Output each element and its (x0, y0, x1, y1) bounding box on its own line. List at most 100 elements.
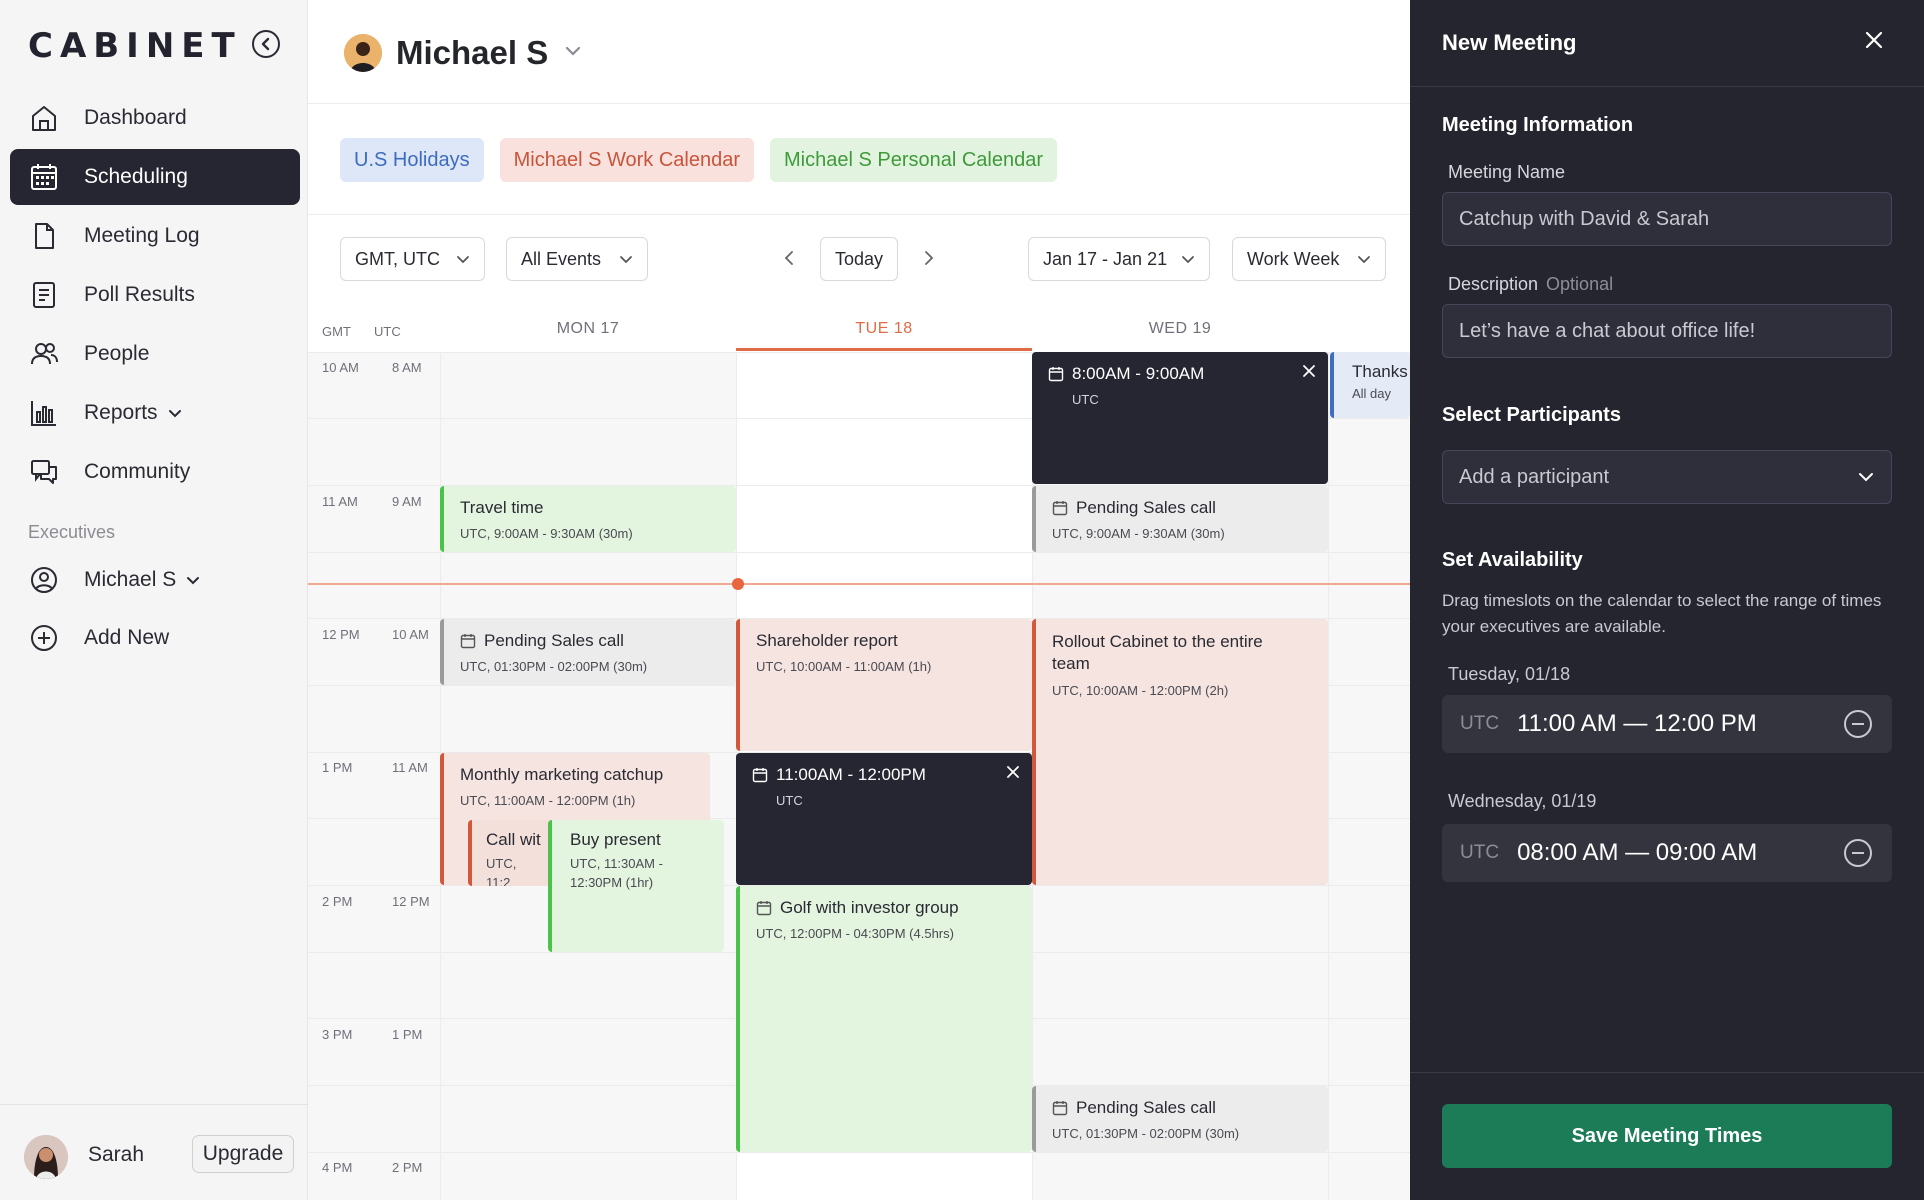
previous-week-button[interactable] (782, 249, 796, 267)
chevron-down-icon (186, 575, 200, 585)
chevron-down-icon (609, 254, 633, 264)
gmt-header: GMT (322, 324, 351, 339)
page-title[interactable]: Michael S (396, 34, 548, 72)
sidebar-item-reports[interactable]: Reports (10, 385, 300, 441)
meeting-name-input[interactable]: Catchup with David & Sarah (1442, 192, 1892, 246)
view-dropdown[interactable]: Work Week (1232, 237, 1386, 281)
event-time: UTC, 12:00PM - 04:30PM (4.5hrs) (756, 926, 954, 941)
event-golf-investor-group[interactable]: Golf with investor group UTC, 12:00PM - … (736, 886, 1032, 1152)
calendar-icon (752, 767, 768, 783)
selected-timeslot-tuesday[interactable]: 11:00AM - 12:00PM UTC (736, 753, 1032, 885)
calendar-tag-work[interactable]: Michael S Work Calendar (499, 138, 754, 182)
participant-select[interactable]: Add a participant (1442, 450, 1892, 504)
cabinet-logo: CABINET (28, 26, 242, 66)
remove-timeslot-button[interactable] (1006, 765, 1020, 779)
avatar[interactable] (24, 1135, 68, 1179)
divider (1410, 86, 1924, 87)
event-shareholder-report[interactable]: Shareholder report UTC, 10:00AM - 11:00A… (736, 619, 1032, 751)
event-title: Golf with investor group (780, 898, 959, 917)
time-label-utc: 12 PM (392, 894, 430, 909)
slot-date: Tuesday, 01/18 (1448, 664, 1571, 684)
sidebar-item-dashboard[interactable]: Dashboard (10, 90, 300, 146)
time-label-gmt: 11 AM (322, 494, 358, 509)
event-buy-present[interactable]: Buy present UTC, 11:30AM - 12:30PM (1hr) (548, 820, 724, 952)
event-pending-sales-call[interactable]: Pending Sales call UTC, 01:30PM - 02:00P… (1032, 1086, 1328, 1152)
executives-section-label: Executives (28, 522, 116, 542)
close-icon (1007, 766, 1019, 778)
remove-timeslot-button[interactable] (1302, 364, 1316, 378)
day-header-wed[interactable]: WED 19 (1032, 320, 1328, 338)
slot-timezone: UTC (1460, 842, 1500, 863)
add-new-executive-button[interactable]: Add New (28, 618, 288, 658)
time-label-utc: 2 PM (392, 1160, 423, 1175)
save-meeting-times-button[interactable]: Save Meeting Times (1442, 1104, 1892, 1168)
event-pending-sales-call[interactable]: Pending Sales call UTC, 9:00AM - 9:30AM … (1032, 486, 1328, 552)
day-header-tue[interactable]: TUE 18 (736, 320, 1032, 338)
current-time-dot (732, 578, 744, 590)
availability-slot[interactable]: UTC 11:00 AM — 12:00 PM (1442, 695, 1892, 753)
sidebar-item-community[interactable]: Community (10, 444, 300, 500)
event-time: UTC, 10:00AM - 11:00AM (1h) (756, 659, 932, 674)
calendar-icon (28, 161, 60, 193)
sidebar-item-label: Meeting Log (84, 224, 200, 247)
day-header-mon[interactable]: MON 17 (440, 320, 736, 338)
time-label-utc: 8 AM (392, 360, 422, 375)
today-underline (736, 348, 1032, 351)
description-input[interactable]: Let’s have a chat about office life! (1442, 304, 1892, 358)
time-label-gmt: 10 AM (322, 360, 359, 375)
event-call[interactable]: Call wit UTC, 11:2 (468, 820, 556, 886)
chevron-down-icon (1171, 254, 1195, 264)
sidebar-item-meeting-log[interactable]: Meeting Log (10, 208, 300, 264)
top-bar: Michael S (308, 0, 1410, 104)
close-panel-button[interactable] (1864, 30, 1884, 50)
event-time: UTC, 01:30PM - 02:00PM (30m) (1052, 1126, 1240, 1141)
next-week-button[interactable] (922, 249, 936, 267)
remove-slot-button[interactable] (1842, 708, 1874, 740)
calendar-tag-personal[interactable]: Michael S Personal Calendar (770, 138, 1058, 182)
upgrade-button[interactable]: Upgrade (192, 1135, 294, 1173)
event-thanksgiving[interactable]: Thanks All day (1330, 352, 1410, 418)
executive-name: Michael S (84, 568, 177, 591)
event-title: Shareholder report (756, 631, 898, 650)
collapse-sidebar-button[interactable] (252, 30, 280, 58)
plus-circle-icon (28, 622, 60, 654)
add-new-label: Add New (84, 626, 170, 649)
events-filter-value: All Events (521, 248, 602, 269)
timezone-dropdown[interactable]: GMT, UTC (340, 237, 485, 281)
event-title: Travel time (460, 498, 544, 517)
today-button[interactable]: Today (820, 237, 898, 281)
event-time: UTC, 11:00AM - 12:00PM (1h) (460, 793, 636, 808)
availability-heading: Set Availability (1442, 549, 1583, 571)
selected-timeslot-wednesday[interactable]: 8:00AM - 9:00AM UTC (1032, 352, 1328, 484)
chevron-down-icon (1857, 471, 1875, 483)
home-icon (28, 102, 60, 134)
event-rollout-cabinet[interactable]: Rollout Cabinet to the entire team UTC, … (1032, 619, 1328, 885)
time-label-gmt: 2 PM (322, 894, 353, 909)
event-title: Pending Sales call (1076, 1098, 1216, 1117)
sidebar-item-poll-results[interactable]: Poll Results (10, 267, 300, 323)
date-range-dropdown[interactable]: Jan 17 - Jan 21 (1028, 237, 1210, 281)
event-travel-time[interactable]: Travel time UTC, 9:00AM - 9:30AM (30m) (440, 486, 736, 552)
remove-slot-button[interactable] (1842, 837, 1874, 869)
event-time: UTC, 9:00AM - 9:30AM (30m) (460, 526, 633, 541)
user-circle-icon (28, 564, 60, 596)
sidebar-item-people[interactable]: People (10, 326, 300, 382)
bar-chart-icon (28, 397, 60, 429)
description-label: Description Optional (1448, 274, 1613, 295)
calendar-tag-holidays[interactable]: U.S Holidays (340, 138, 484, 182)
time-label-gmt: 3 PM (322, 1027, 353, 1042)
chevron-down-icon[interactable] (564, 44, 582, 62)
events-filter-dropdown[interactable]: All Events (506, 237, 648, 281)
calendar-icon (1048, 366, 1064, 382)
divider (1410, 1072, 1924, 1073)
calendar-icon (460, 633, 476, 649)
time-gutter (308, 352, 440, 1200)
sidebar-item-scheduling[interactable]: Scheduling (10, 149, 300, 205)
event-pending-sales-call[interactable]: Pending Sales call UTC, 01:30PM - 02:00P… (440, 619, 736, 685)
sidebar-executive-michael[interactable]: Michael S (28, 560, 288, 600)
chevron-down-icon (446, 254, 470, 264)
day-column-thu[interactable] (1328, 352, 1410, 1200)
availability-slot[interactable]: UTC 08:00 AM — 09:00 AM (1442, 824, 1892, 882)
timeslot-timezone: UTC (776, 793, 803, 808)
event-time: UTC, 01:30PM - 02:00PM (30m) (460, 659, 648, 674)
